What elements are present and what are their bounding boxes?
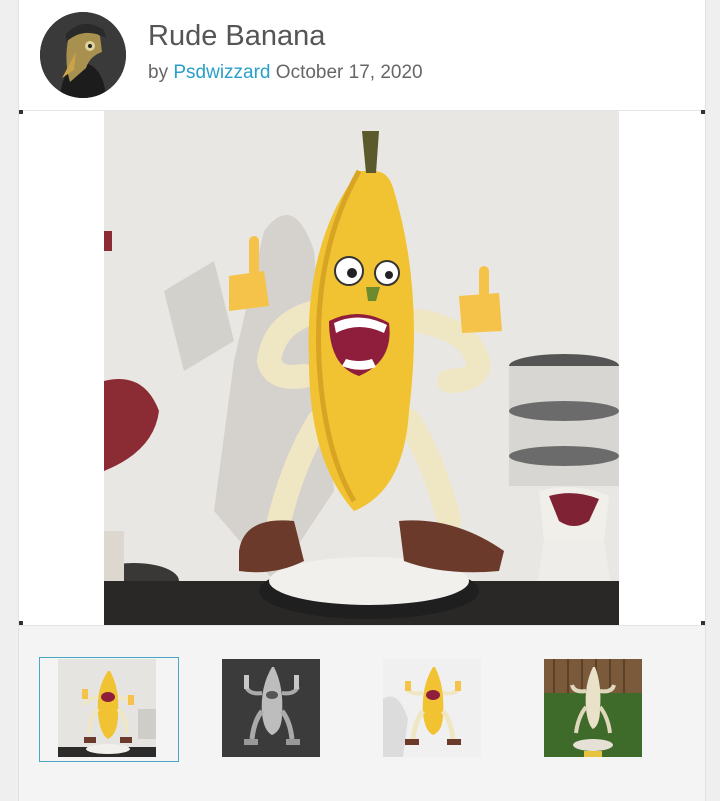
corner-mark <box>701 110 705 114</box>
thumbnail-3[interactable] <box>383 659 481 757</box>
corner-mark <box>19 621 23 625</box>
thumbnail-2[interactable] <box>222 659 320 757</box>
byline-prefix: by <box>148 62 169 83</box>
thumb-render-gray <box>222 659 320 757</box>
post-date: October 17, 2020 <box>275 62 423 83</box>
thumb-render-color <box>383 659 481 757</box>
author-link[interactable]: Psdwizzard <box>173 62 270 83</box>
post-title: Rude Banana <box>148 20 326 52</box>
banana-figure-image <box>104 111 619 625</box>
thumb-photo-grass <box>544 659 642 757</box>
thumbnail-strip <box>19 626 705 801</box>
thumbnail-1[interactable] <box>58 659 156 757</box>
post-card: Rude Banana by Psdwizzard October 17, 20… <box>18 0 706 801</box>
corner-mark <box>19 110 23 114</box>
avatar-image <box>40 12 126 98</box>
corner-mark <box>701 621 705 625</box>
thumb-photo-white-wall <box>58 659 156 757</box>
post-header: Rude Banana by Psdwizzard October 17, 20… <box>19 0 705 110</box>
author-avatar[interactable] <box>40 12 126 98</box>
post-byline: by Psdwizzard October 17, 2020 <box>148 62 423 84</box>
thumbnail-4[interactable] <box>544 659 642 757</box>
main-photo[interactable] <box>104 111 619 625</box>
